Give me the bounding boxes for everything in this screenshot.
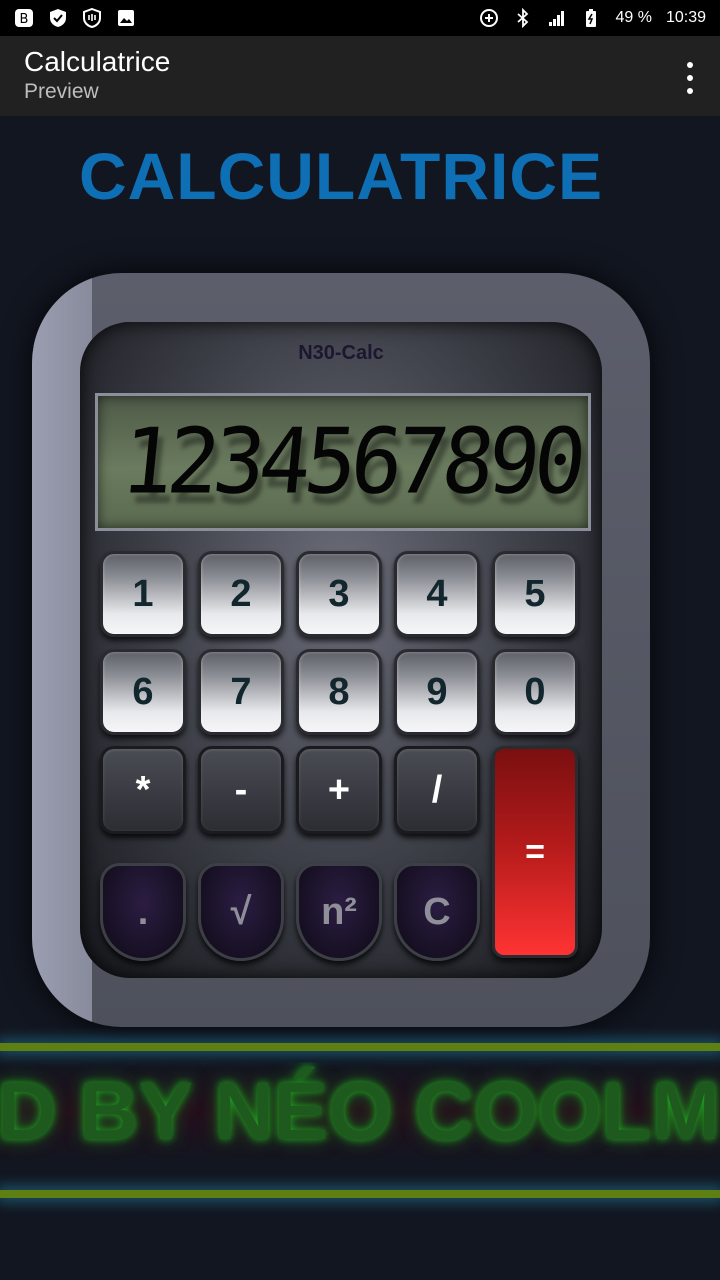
key-multiply[interactable]: * [100,746,186,834]
credits-marquee: ED BY NÉO COOLM [0,1062,720,1162]
app-subtitle: Preview [24,80,99,103]
key-0[interactable]: 0 [492,649,578,735]
status-bar: B 49 % 10:39 [0,0,720,36]
calculator-display: 1234567890 [95,393,591,531]
neon-line-top [0,1043,720,1051]
svg-text:B: B [20,12,29,27]
calculator-brand: N30-Calc [298,342,384,364]
key-9[interactable]: 9 [394,649,480,735]
key-3[interactable]: 3 [296,551,382,637]
bluetooth-icon [513,8,533,28]
battery-icon [581,8,601,28]
key-6[interactable]: 6 [100,649,186,735]
data-saver-icon [479,8,499,28]
clock: 10:39 [665,9,706,26]
key-square[interactable]: n² [296,863,382,961]
key-sqrt[interactable]: √ [198,863,284,961]
app-title: Calculatrice [24,46,171,77]
key-7[interactable]: 7 [198,649,284,735]
shield-icon [48,8,68,28]
battery-level: 49 % [615,9,652,26]
calculator-face: N30-Calc 1234567890 1 2 3 4 5 6 7 8 9 0 … [80,322,602,978]
signal-icon [547,8,567,28]
page-title: CALCULATRICE [78,139,604,213]
calculator-body: N30-Calc 1234567890 1 2 3 4 5 6 7 8 9 0 … [32,273,650,1027]
key-equals[interactable]: = [492,746,578,958]
neon-line-bottom [0,1190,720,1198]
vpn-shield-icon [82,8,102,28]
display-value: 1234567890 [116,409,586,515]
key-decimal[interactable]: . [100,863,186,961]
key-clear[interactable]: C [394,863,480,961]
app-bar: Calculatrice Preview [0,36,720,116]
key-8[interactable]: 8 [296,649,382,735]
more-vert-icon[interactable] [678,62,702,94]
key-2[interactable]: 2 [198,551,284,637]
key-subtract[interactable]: - [198,746,284,834]
image-icon [116,8,136,28]
marquee-text: ED BY NÉO COOLM [0,1066,720,1157]
key-5[interactable]: 5 [492,551,578,637]
key-add[interactable]: + [296,746,382,834]
key-1[interactable]: 1 [100,551,186,637]
bitcoin-icon: B [14,8,34,28]
key-4[interactable]: 4 [394,551,480,637]
key-divide[interactable]: / [394,746,480,834]
